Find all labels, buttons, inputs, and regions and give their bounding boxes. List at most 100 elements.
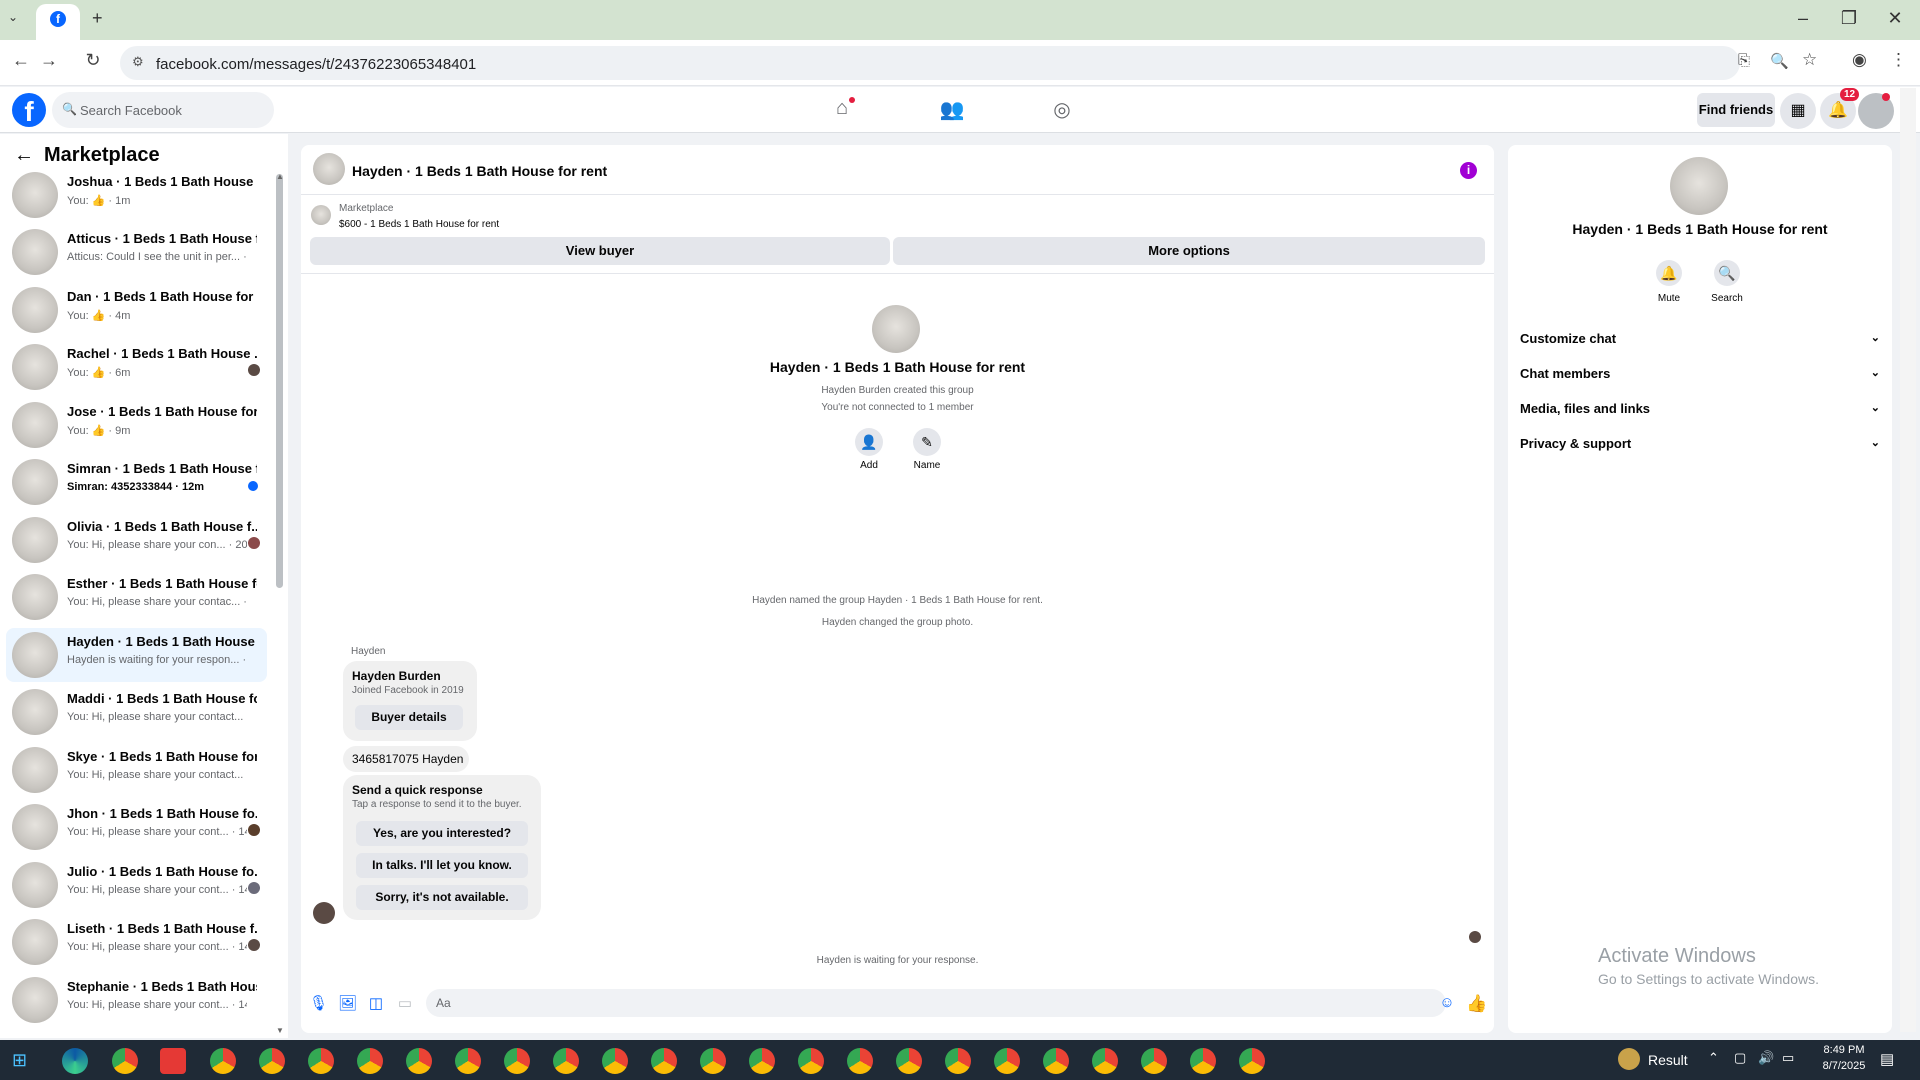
maximize-button[interactable]: ❐ [1826,8,1872,29]
more-options-button[interactable]: More options [893,237,1485,265]
profile-icon[interactable]: ◉ [1852,50,1867,70]
close-button[interactable]: ✕ [1872,8,1918,29]
microphone-icon[interactable]: 🎙 [309,994,328,1012]
back-arrow-icon[interactable]: ← [14,144,34,167]
volume-icon[interactable]: 🔊 [1758,1050,1774,1066]
photo-icon[interactable]: 🖼 [338,994,357,1012]
result-widget-icon[interactable] [1618,1048,1640,1070]
groups-icon[interactable]: ◎ [1047,97,1077,122]
chrome-icon[interactable] [945,1048,971,1074]
chrome-icon[interactable] [651,1048,677,1074]
chrome-icon[interactable] [994,1048,1020,1074]
chat-avatar[interactable] [313,153,345,185]
chrome-icon[interactable] [1239,1048,1265,1074]
info-icon[interactable]: i [1460,162,1477,179]
chrome-icon[interactable] [455,1048,481,1074]
conversation-item[interactable]: Simran · 1 Beds 1 Bath House f... Simran:… [6,455,267,509]
minimize-button[interactable]: – [1780,8,1826,29]
conversation-item[interactable]: Joshua · 1 Beds 1 Bath House fo... You: 👍… [6,168,267,222]
chrome-icon[interactable] [553,1048,579,1074]
chrome-icon[interactable] [847,1048,873,1074]
browser-tab-facebook[interactable]: f [36,4,80,40]
facebook-logo-icon[interactable]: f [12,93,46,127]
chrome-icon[interactable] [602,1048,628,1074]
windows-start-icon[interactable]: ⊞ [12,1050,27,1071]
conversation-item[interactable]: Julio · 1 Beds 1 Bath House fo... You: Hi… [6,858,267,912]
conversation-item-active[interactable]: Hayden · 1 Beds 1 Bath House f... Hayden … [6,628,267,682]
meet-icon[interactable]: ▢ [1734,1050,1746,1066]
mute-bell-icon[interactable]: 🔔 [1656,260,1682,286]
clock-time[interactable]: 8:49 PM [1814,1044,1874,1056]
conversation-item[interactable]: Stephanie · 1 Beds 1 Bath House... You: H… [6,973,267,1027]
chrome-icon[interactable] [749,1048,775,1074]
conversation-item[interactable]: Jose · 1 Beds 1 Bath House for r... You: … [6,398,267,452]
conversation-item[interactable]: Liseth · 1 Beds 1 Bath House f... You: Hi… [6,915,267,969]
conversation-item[interactable]: Atticus · 1 Beds 1 Bath House fo... Attic… [6,225,267,279]
emoji-icon[interactable]: ☺ [1438,994,1456,1011]
install-app-icon[interactable]: ⎘ [1738,52,1750,69]
quick-reply-button[interactable]: In talks. I'll let you know. [356,853,528,878]
chrome-icon[interactable] [406,1048,432,1074]
gif-icon[interactable]: ▭ [396,994,414,1012]
add-person-icon[interactable]: 👤 [855,428,883,456]
scroll-up-icon[interactable]: ▲ [276,172,284,181]
quick-reply-button[interactable]: Sorry, it's not available. [356,885,528,910]
clock-date[interactable]: 8/7/2025 [1814,1060,1874,1072]
edit-name-icon[interactable]: ✎ [913,428,941,456]
conversation-item[interactable]: Jhon · 1 Beds 1 Bath House fo... You: Hi,… [6,800,267,854]
chrome-icon[interactable] [504,1048,530,1074]
conversation-item[interactable]: Skye · 1 Beds 1 Bath House for r... You: … [6,743,267,797]
tray-chevron-icon[interactable]: ⌃ [1708,1050,1719,1066]
chrome-icon[interactable] [1043,1048,1069,1074]
menu-grid-icon[interactable]: ▦ [1780,93,1816,129]
new-tab-icon[interactable]: + [92,8,103,29]
friends-icon[interactable]: 👥 [937,97,967,122]
message-input[interactable]: Aa [426,989,1446,1017]
site-info-icon[interactable]: ⚙ [132,54,144,70]
chrome-icon[interactable] [700,1048,726,1074]
facebook-search-input[interactable]: 🔍 Search Facebook [52,92,274,128]
listing-price[interactable]: $600 - 1 Beds 1 Bath House for rent [339,219,499,230]
chrome-icon[interactable] [798,1048,824,1074]
quick-reply-button[interactable]: Yes, are you interested? [356,821,528,846]
sidebar-scrollbar[interactable] [276,174,283,588]
scroll-down-icon[interactable]: ▼ [276,1026,284,1035]
chat-title[interactable]: Hayden · 1 Beds 1 Bath House for rent [352,163,607,179]
chrome-icon[interactable] [1092,1048,1118,1074]
notifications-icon[interactable]: ▤ [1880,1050,1894,1068]
conversation-item[interactable]: Dan · 1 Beds 1 Bath House for re... You: … [6,283,267,337]
conversation-item[interactable]: Maddi · 1 Beds 1 Bath House for... You: H… [6,685,267,739]
sender-avatar[interactable] [313,902,335,924]
network-icon[interactable]: ▭ [1782,1050,1794,1066]
accordion-privacy-support[interactable]: Privacy & support ⌄ [1520,436,1880,451]
chrome-icon[interactable] [210,1048,236,1074]
conversation-item[interactable]: Olivia · 1 Beds 1 Bath House f... You: Hi… [6,513,267,567]
find-friends-button[interactable]: Find friends [1697,93,1775,127]
chrome-icon[interactable] [112,1048,138,1074]
page-scrollbar[interactable] [1900,88,1916,1032]
chrome-icon[interactable] [308,1048,334,1074]
view-buyer-button[interactable]: View buyer [310,237,890,265]
edge-icon[interactable] [62,1048,88,1074]
chrome-icon[interactable] [259,1048,285,1074]
chrome-icon[interactable] [1141,1048,1167,1074]
chrome-icon[interactable] [357,1048,383,1074]
url-text[interactable]: facebook.com/messages/t/2437622306534840… [156,56,476,73]
back-icon[interactable]: ← [8,50,34,71]
menu-dots-icon[interactable]: ⋮ [1890,50,1907,70]
accordion-customize-chat[interactable]: Customize chat ⌄ [1520,331,1880,346]
chrome-icon[interactable] [896,1048,922,1074]
reload-icon[interactable]: ↻ [80,50,106,71]
thumbs-up-icon[interactable]: 👍 [1466,994,1487,1014]
chrome-icon[interactable] [1190,1048,1216,1074]
accordion-chat-members[interactable]: Chat members ⌄ [1520,366,1880,381]
conversation-item[interactable]: Rachel · 1 Beds 1 Bath House ... You: 👍 ·… [6,340,267,394]
buyer-details-button[interactable]: Buyer details [355,705,463,730]
conversation-item[interactable]: Esther · 1 Beds 1 Bath House for ... You:… [6,570,267,624]
search-icon[interactable]: 🔍 [1714,260,1740,286]
accordion-media-files[interactable]: Media, files and links ⌄ [1520,401,1880,416]
result-widget-label[interactable]: Result [1648,1052,1688,1068]
zoom-icon[interactable]: 🔍 [1770,52,1789,70]
tab-list-icon[interactable]: ⌄ [8,10,18,24]
app-icon[interactable] [160,1048,186,1074]
